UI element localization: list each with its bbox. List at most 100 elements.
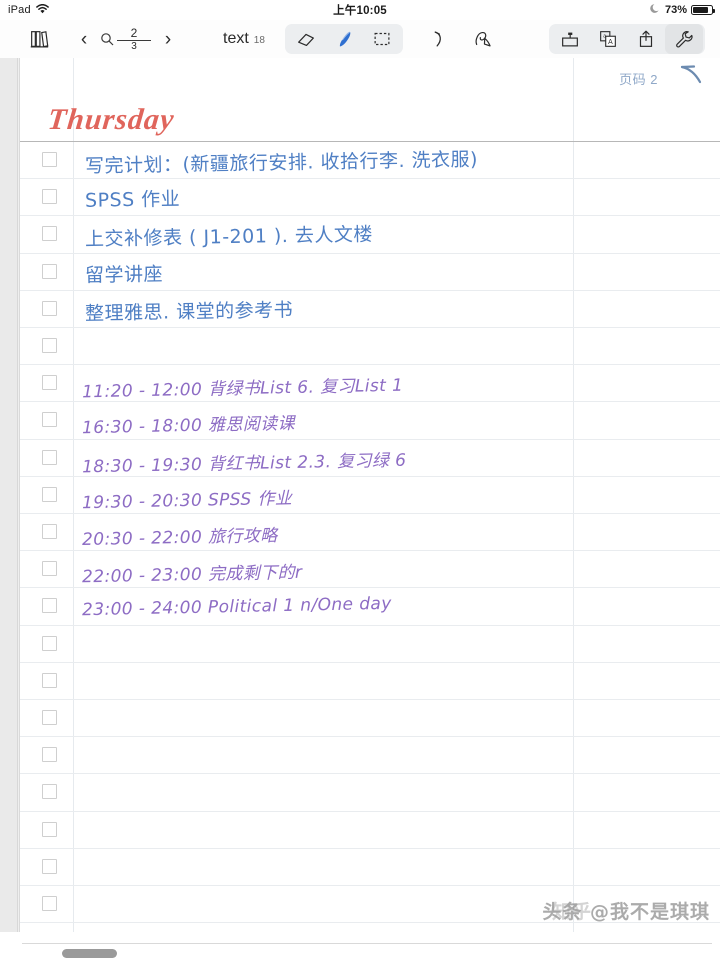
task-checkbox[interactable]: [42, 598, 57, 614]
task-checkbox[interactable]: [42, 375, 57, 391]
task-checkbox[interactable]: [42, 784, 57, 800]
left-margin-strip: [0, 58, 18, 932]
next-page-button[interactable]: ›: [155, 24, 181, 54]
task-text: 18:30 - 19:30 背红书List 2.3. 复习绿 6: [81, 450, 407, 477]
ios-status-bar: iPad 上午10:05 73%: [0, 0, 720, 20]
task-checkbox[interactable]: [42, 449, 57, 465]
task-checkbox[interactable]: [42, 300, 57, 316]
copy-page-icon: A a: [600, 31, 616, 47]
moon-icon: [650, 3, 661, 17]
task-text: 22:00 - 23:00 完成剩下的r: [81, 562, 303, 588]
text-size-value: 18: [253, 35, 265, 46]
watermark: 知乎 头条 @我不是琪琪: [542, 897, 710, 924]
task-checkbox[interactable]: [42, 412, 57, 428]
status-clock: 上午10:05: [333, 5, 387, 17]
settings-button[interactable]: [664, 24, 703, 54]
library-button[interactable]: [22, 24, 56, 54]
row-rule: [20, 550, 720, 552]
row-rule: [20, 847, 720, 849]
page-indicator[interactable]: 2 3: [100, 27, 151, 52]
row-rule: [20, 661, 720, 663]
share-icon: [639, 30, 653, 47]
task-checkbox[interactable]: [42, 263, 57, 279]
notebook-page[interactable]: 页码 2 写完计划：(新疆旅行安排. 收拾行李. 洗衣服) SPSS 作业 上交补修…: [19, 58, 720, 932]
task-text: 23:00 - 24:00 Political 1 n/One day: [81, 594, 392, 621]
row-rule: [20, 364, 720, 366]
task-checkbox[interactable]: [42, 635, 57, 651]
task-checkbox[interactable]: [42, 338, 57, 353]
task-checkbox[interactable]: [42, 858, 57, 874]
shape-tool-icon: [475, 31, 491, 47]
task-checkbox[interactable]: [42, 524, 57, 539]
page-action-group: A a: [548, 24, 705, 54]
checkbox-column-divider: [73, 58, 74, 932]
title-underline: [20, 141, 720, 142]
wrench-icon: [676, 31, 693, 48]
row-rule: [20, 401, 720, 403]
task-text: 19:30 - 20:30 SPSS 作业: [81, 488, 293, 513]
chevron-right-icon: ›: [164, 28, 172, 50]
text-tool[interactable]: text 18: [223, 30, 265, 48]
row-rule: [20, 699, 720, 700]
drawing-tool-group: [284, 24, 403, 54]
undo-button[interactable]: [425, 24, 453, 54]
task-text: 留学讲座: [84, 262, 164, 287]
row-rule: [20, 773, 720, 775]
row-rule: [20, 178, 720, 180]
lasso-select-icon: [374, 32, 390, 46]
row-rule: [20, 252, 720, 254]
library-icon: [30, 31, 49, 48]
horizontal-scroll-track[interactable]: [22, 943, 712, 958]
page-title: Thursday: [46, 103, 177, 136]
right-column-divider: [573, 58, 574, 932]
row-rule: [20, 438, 720, 440]
lasso-select-button[interactable]: [363, 24, 401, 54]
row-rule: [20, 513, 720, 514]
app-toolbar: ‹ 2 3 › text 18 A a: [0, 20, 720, 58]
task-checkbox[interactable]: [42, 747, 57, 763]
task-checkbox[interactable]: [42, 672, 57, 688]
row-rule: [20, 885, 720, 886]
row-rule: [20, 624, 720, 626]
bottom-bar: [0, 932, 720, 960]
pen-tool-button[interactable]: [325, 24, 363, 54]
task-text: 上交补修表 ( J1-201 ). 去人文楼: [84, 223, 374, 251]
task-checkbox[interactable]: [42, 821, 57, 837]
page-canvas-area[interactable]: 页码 2 写完计划：(新疆旅行安排. 收拾行李. 洗衣服) SPSS 作业 上交补修…: [0, 58, 720, 932]
eraser-tool-button[interactable]: [287, 24, 325, 54]
chevron-left-icon: ‹: [80, 28, 88, 50]
shape-tool-button[interactable]: [469, 24, 499, 54]
horizontal-scroll-thumb[interactable]: [62, 949, 117, 958]
text-tool-label: text: [223, 30, 249, 47]
task-text: 16:30 - 18:00 雅思阅读课: [81, 414, 296, 439]
task-text: 整理雅思. 课堂的参考书: [84, 298, 294, 325]
task-text: 20:30 - 22:00 旅行攻略: [81, 525, 278, 551]
task-text: 写完计划：(新疆旅行安排. 收拾行李. 洗衣服): [84, 148, 479, 178]
page-number-label: 页码 2: [619, 72, 658, 87]
previous-page-button[interactable]: ‹: [72, 24, 96, 54]
status-right: 73%: [650, 3, 715, 17]
task-checkbox[interactable]: [42, 152, 57, 167]
task-checkbox[interactable]: [42, 710, 57, 725]
copy-page-button[interactable]: A a: [589, 24, 627, 54]
insert-page-icon: [561, 32, 578, 47]
row-rule: [20, 215, 720, 217]
svg-text:a: a: [603, 33, 606, 39]
row-rule: [20, 289, 720, 291]
task-checkbox[interactable]: [42, 561, 57, 577]
task-checkbox[interactable]: [42, 896, 57, 911]
task-checkbox[interactable]: [42, 226, 57, 242]
task-text: 11:20 - 12:00 背绿书List 6. 复习List 1: [81, 375, 404, 403]
row-rule: [20, 736, 720, 738]
undo-icon: [434, 31, 441, 47]
pen-icon: [339, 31, 351, 47]
svg-text:A: A: [608, 39, 613, 46]
share-button[interactable]: [627, 24, 665, 54]
row-rule: [20, 810, 720, 812]
battery-percent: 73%: [664, 4, 687, 16]
watermark-ghost: 知乎: [551, 901, 592, 923]
total-page-number: 3: [131, 40, 137, 52]
task-checkbox[interactable]: [42, 189, 57, 205]
task-checkbox[interactable]: [42, 486, 57, 502]
insert-page-button[interactable]: [551, 24, 589, 54]
